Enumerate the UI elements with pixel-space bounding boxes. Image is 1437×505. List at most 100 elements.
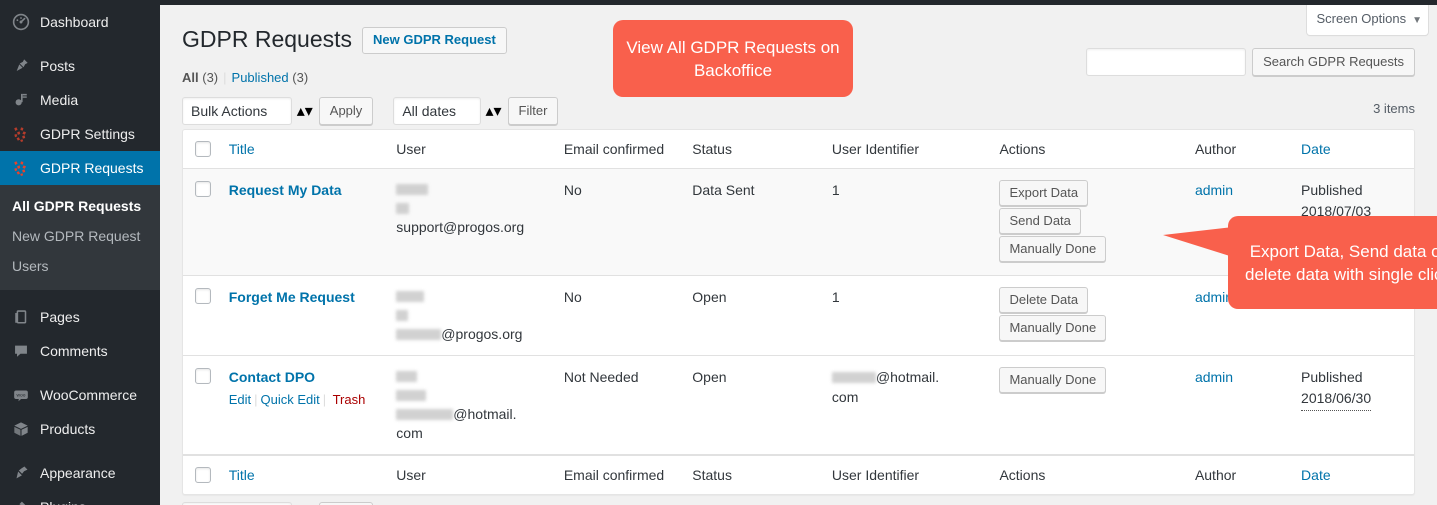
wordpress-admin-screen: Dashboard Posts Media GDPR Settings GDPR… xyxy=(0,0,1437,505)
select-all-footer[interactable] xyxy=(183,455,219,494)
row-status-cell: Open xyxy=(682,356,822,455)
media-icon xyxy=(11,90,31,110)
sidebar-item-label: Dashboard xyxy=(40,14,109,30)
manually-done-button[interactable]: Manually Done xyxy=(999,367,1107,393)
author-link[interactable]: admin xyxy=(1195,182,1233,198)
row-user-cell: @hotmail. com xyxy=(386,356,554,455)
select-all-checkbox[interactable] xyxy=(195,141,211,157)
user-name-redacted xyxy=(396,367,544,386)
plugins-icon xyxy=(11,497,31,505)
select-all-header[interactable] xyxy=(183,130,219,169)
row-user-identifier-cell: 1 xyxy=(821,276,990,356)
sidebar-item-label: Plugins xyxy=(40,498,86,505)
row-checkbox[interactable] xyxy=(195,181,211,197)
row-checkbox[interactable] xyxy=(195,368,211,384)
dates-select[interactable]: All dates xyxy=(393,97,482,125)
sidebar-item-plugins[interactable]: Plugins xyxy=(0,490,160,505)
sidebar-item-label: Appearance xyxy=(40,465,116,481)
quick-edit-link[interactable]: Quick Edit xyxy=(261,392,320,407)
author-link[interactable]: admin xyxy=(1195,369,1233,385)
sidebar-item-pages[interactable]: Pages xyxy=(0,300,160,334)
search-input[interactable] xyxy=(1086,48,1247,76)
row-actions-cell: Export Data Send Data Manually Done xyxy=(989,169,1185,276)
column-footer-user-identifier: User Identifier xyxy=(821,455,990,494)
sidebar-subitem-users[interactable]: Users xyxy=(0,251,160,281)
request-title-link[interactable]: Contact DPO xyxy=(229,367,315,388)
row-user-identifier-cell: 1 xyxy=(821,169,990,276)
gdpr-icon xyxy=(11,158,31,178)
sidebar-item-dashboard[interactable]: Dashboard xyxy=(0,5,160,39)
row-email-confirmed-cell: No xyxy=(553,169,683,276)
user-name-redacted xyxy=(396,287,544,306)
table-foot: Title User Email confirmed Status User I… xyxy=(183,455,1414,494)
sort-title-link[interactable]: Title xyxy=(229,467,255,483)
annotation-view-all-requests: View All GDPR Requests on Backoffice xyxy=(613,20,853,97)
row-checkbox[interactable] xyxy=(195,288,211,304)
filter-link-published[interactable]: Published xyxy=(232,70,289,85)
sidebar-item-woocommerce[interactable]: woo WooCommerce xyxy=(0,378,160,412)
displaying-num-top: 3 items xyxy=(1373,101,1415,116)
dashboard-icon xyxy=(11,12,31,32)
sidebar-subitem-new-gdpr-request[interactable]: New GDPR Request xyxy=(0,221,160,251)
bulk-actions-select-wrap: Bulk Actions ▴▾ xyxy=(182,97,313,125)
dates-select-wrap: All dates ▴▾ xyxy=(393,97,502,125)
sidebar-item-comments[interactable]: Comments xyxy=(0,334,160,368)
row-actions-cell: Manually Done xyxy=(989,356,1185,455)
column-header-date[interactable]: Date xyxy=(1291,130,1414,169)
request-title-link[interactable]: Request My Data xyxy=(229,180,342,201)
search-submit-button[interactable]: Search GDPR Requests xyxy=(1252,48,1415,76)
column-header-status: Status xyxy=(682,130,822,169)
filter-link-all[interactable]: All xyxy=(182,70,199,85)
filter-button[interactable]: Filter xyxy=(507,97,559,125)
woocommerce-icon: woo xyxy=(11,385,31,405)
sidebar-item-label: Comments xyxy=(40,343,108,359)
new-gdpr-request-button[interactable]: New GDPR Request xyxy=(362,27,507,54)
row-select-cell[interactable] xyxy=(183,169,219,276)
column-footer-author: Author xyxy=(1184,455,1292,494)
request-title-link[interactable]: Forget Me Request xyxy=(229,287,355,308)
manually-done-button[interactable]: Manually Done xyxy=(999,236,1107,262)
user-email-domain: @hotmail. xyxy=(453,406,517,422)
row-user-cell: support@progos.org xyxy=(386,169,554,276)
sort-title-link[interactable]: Title xyxy=(229,141,255,157)
column-footer-date[interactable]: Date xyxy=(1291,455,1414,494)
row-email-confirmed-cell: Not Needed xyxy=(553,356,683,455)
delete-data-button[interactable]: Delete Data xyxy=(999,287,1089,313)
column-footer-status: Status xyxy=(682,455,822,494)
manually-done-button[interactable]: Manually Done xyxy=(999,315,1107,341)
search-box: Search GDPR Requests xyxy=(1086,48,1415,76)
select-all-checkbox[interactable] xyxy=(195,467,211,483)
sidebar-item-products[interactable]: Products xyxy=(0,412,160,446)
column-header-title[interactable]: Title xyxy=(218,130,387,169)
row-select-cell[interactable] xyxy=(183,276,219,356)
export-data-button[interactable]: Export Data xyxy=(999,180,1089,206)
trash-link[interactable]: Trash xyxy=(333,392,366,407)
column-footer-title[interactable]: Title xyxy=(218,455,387,494)
sidebar-subitem-all-gdpr-requests[interactable]: All GDPR Requests xyxy=(0,191,160,221)
table-body: Request My Data support@progos.org No Da… xyxy=(183,169,1414,455)
user-email: @progos.org xyxy=(396,325,544,344)
sidebar-item-gdpr-requests[interactable]: GDPR Requests xyxy=(0,151,168,185)
filter-count-all: (3) xyxy=(202,70,219,85)
dates-value: All dates xyxy=(402,103,457,119)
column-footer-user: User xyxy=(386,455,554,494)
column-header-author: Author xyxy=(1184,130,1292,169)
sort-date-link[interactable]: Date xyxy=(1301,141,1331,157)
row-author-cell: admin xyxy=(1184,356,1292,455)
row-select-cell[interactable] xyxy=(183,356,219,455)
user-name-redacted xyxy=(396,180,544,199)
edit-link[interactable]: Edit xyxy=(229,392,251,407)
bulk-actions-select[interactable]: Bulk Actions xyxy=(182,97,293,125)
sidebar-item-media[interactable]: Media xyxy=(0,83,160,117)
send-data-button[interactable]: Send Data xyxy=(999,208,1081,234)
table-head: Title User Email confirmed Status User I… xyxy=(183,130,1414,169)
sidebar-item-posts[interactable]: Posts xyxy=(0,49,160,83)
row-status-cell: Open xyxy=(682,276,822,356)
row-title-cell: Contact DPO Edit | Quick Edit | Trash xyxy=(218,356,387,455)
sidebar-item-gdpr-settings[interactable]: GDPR Settings xyxy=(0,117,160,151)
date-status: Published xyxy=(1301,182,1363,198)
sidebar-item-appearance[interactable]: Appearance xyxy=(0,456,160,490)
sort-date-link[interactable]: Date xyxy=(1301,467,1331,483)
apply-bulk-action-button[interactable]: Apply xyxy=(318,97,374,125)
sidebar-item-label: Media xyxy=(40,92,79,108)
